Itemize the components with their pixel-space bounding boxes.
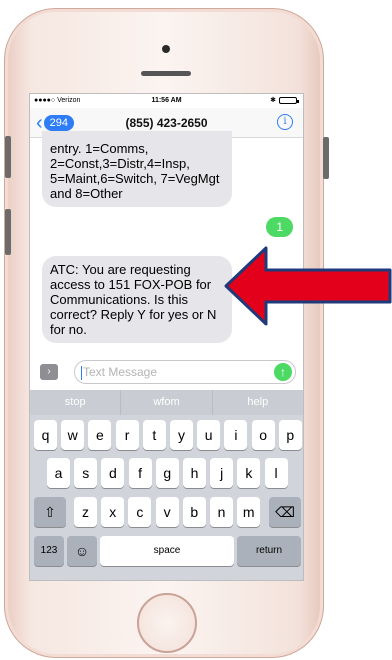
key-f[interactable]: f	[128, 458, 152, 488]
suggestion-item[interactable]: stop	[30, 390, 122, 415]
outgoing-message[interactable]: 1	[266, 217, 293, 237]
key-m[interactable]: m	[237, 497, 261, 527]
key-w[interactable]: w	[61, 420, 85, 450]
shift-key[interactable]: ⇧	[34, 497, 66, 527]
key-u[interactable]: u	[197, 420, 221, 450]
key-b[interactable]: b	[182, 497, 206, 527]
status-bar: ●●●●○ Verizon 11:56 AM ✱	[30, 94, 303, 108]
key-n[interactable]: n	[210, 497, 233, 527]
incoming-message[interactable]: entry. 1=Comms, 2=Const,3=Distr,4=Insp, …	[42, 131, 232, 207]
phone-frame: ●●●●○ Verizon 11:56 AM ✱ ‹ 294 (855) 423…	[4, 8, 329, 658]
key-a[interactable]: a	[47, 458, 70, 488]
return-key[interactable]: return	[237, 536, 301, 566]
status-right: ✱	[270, 96, 299, 104]
key-r[interactable]: r	[115, 420, 139, 450]
key-o[interactable]: o	[251, 420, 275, 450]
apps-expand-icon[interactable]: ›	[40, 364, 58, 380]
key-l[interactable]: l	[264, 458, 288, 488]
key-i[interactable]: i	[224, 420, 248, 450]
key-h[interactable]: h	[183, 458, 206, 488]
suggestion-item[interactable]: help	[213, 390, 303, 415]
key-s[interactable]: s	[74, 458, 98, 488]
contact-title[interactable]: (855) 423-2650	[30, 116, 303, 130]
key-c[interactable]: c	[128, 497, 152, 527]
power-button	[323, 137, 329, 179]
backspace-icon: ⌫	[275, 504, 295, 520]
key-g[interactable]: g	[155, 458, 179, 488]
shift-icon: ⇧	[44, 504, 56, 520]
emoji-key[interactable]: ☺	[67, 536, 97, 566]
key-x[interactable]: x	[101, 497, 125, 527]
key-k[interactable]: k	[237, 458, 261, 488]
emoji-icon: ☺	[74, 543, 90, 559]
incoming-message[interactable]: ATC: You are requesting access to 151 FO…	[42, 256, 232, 343]
delete-key[interactable]: ⌫	[269, 497, 301, 527]
message-field[interactable]: ↑	[74, 360, 296, 384]
text-cursor	[81, 366, 82, 380]
key-j[interactable]: j	[210, 458, 234, 488]
info-icon[interactable]: i	[277, 114, 293, 130]
suggestion-item[interactable]: wfom	[121, 390, 213, 415]
bluetooth-icon: ✱	[270, 97, 276, 104]
phone-screen: ●●●●○ Verizon 11:56 AM ✱ ‹ 294 (855) 423…	[29, 93, 304, 581]
clock: 11:56 AM	[151, 97, 182, 104]
battery-icon	[279, 96, 299, 104]
key-q[interactable]: q	[34, 420, 57, 450]
volume-down-button	[5, 209, 11, 255]
suggestion-bar: stop wfom help	[30, 390, 303, 415]
front-camera-icon	[162, 45, 170, 53]
keyboard: stop wfom help q w e r t y u i o p a s d f g h j k l ⇧ z x c v b…	[30, 390, 303, 580]
numbers-key[interactable]: 123	[34, 536, 64, 566]
home-button[interactable]	[137, 593, 197, 653]
key-z[interactable]: z	[74, 497, 97, 527]
key-d[interactable]: d	[101, 458, 125, 488]
volume-up-button	[5, 136, 11, 178]
key-y[interactable]: y	[170, 420, 193, 450]
earpiece-speaker	[141, 71, 191, 76]
space-key[interactable]: space	[100, 536, 234, 566]
message-input[interactable]	[83, 365, 263, 379]
key-p[interactable]: p	[278, 420, 302, 450]
message-thread[interactable]: entry. 1=Comms, 2=Const,3=Distr,4=Insp, …	[30, 131, 303, 355]
compose-bar: › ↑	[30, 356, 303, 386]
send-arrow-icon[interactable]: ↑	[274, 363, 292, 381]
key-v[interactable]: v	[155, 497, 179, 527]
key-t[interactable]: t	[142, 420, 166, 450]
key-e[interactable]: e	[88, 420, 112, 450]
